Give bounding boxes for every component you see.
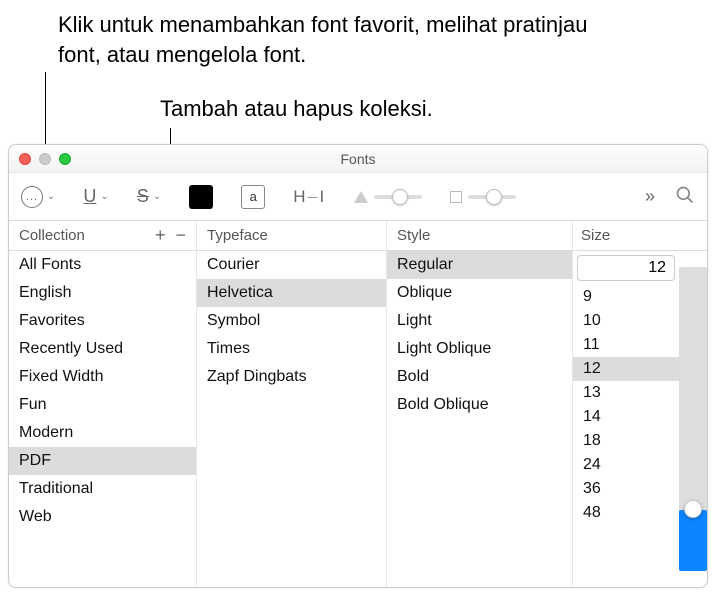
collection-item[interactable]: Traditional: [9, 475, 196, 503]
collection-header[interactable]: Collection + −: [9, 221, 197, 250]
ellipsis-icon: ...: [21, 186, 43, 208]
lists-area: All FontsEnglishFavoritesRecently UsedFi…: [9, 251, 707, 587]
chevron-down-icon: ⌄: [100, 191, 108, 202]
slider-track[interactable]: [679, 267, 707, 571]
color-swatch-icon: [189, 185, 213, 209]
more-actions-button[interactable]: ... ⌄: [21, 186, 55, 208]
minimize-button[interactable]: [39, 153, 51, 165]
add-collection-button[interactable]: +: [155, 225, 166, 246]
style-item[interactable]: Oblique: [387, 279, 572, 307]
chevron-down-icon: ⌄: [47, 191, 55, 202]
search-icon: [675, 185, 695, 205]
size-item[interactable]: 10: [573, 309, 679, 333]
character-spacing-button[interactable]: H—I: [293, 187, 326, 207]
collection-item[interactable]: Web: [9, 503, 196, 531]
collection-item[interactable]: Fun: [9, 391, 196, 419]
collection-item[interactable]: English: [9, 279, 196, 307]
typeface-list: CourierHelveticaSymbolTimesZapf Dingbats: [197, 251, 387, 587]
typeface-header[interactable]: Typeface: [197, 221, 387, 250]
size-header-label: Size: [581, 227, 610, 244]
style-item[interactable]: Bold: [387, 363, 572, 391]
style-item[interactable]: Light: [387, 307, 572, 335]
collection-item[interactable]: Favorites: [9, 307, 196, 335]
collection-item[interactable]: All Fonts: [9, 251, 196, 279]
maximize-button[interactable]: [59, 153, 71, 165]
window-title: Fonts: [9, 151, 707, 167]
size-list: 9101112131418243648: [573, 251, 679, 587]
style-item[interactable]: Bold Oblique: [387, 391, 572, 419]
collection-list: All FontsEnglishFavoritesRecently UsedFi…: [9, 251, 197, 587]
underline-icon: U: [83, 186, 96, 207]
collection-header-label: Collection: [19, 227, 85, 244]
style-header[interactable]: Style: [387, 221, 573, 250]
typeface-item[interactable]: Courier: [197, 251, 386, 279]
titlebar: Fonts: [9, 145, 707, 173]
style-header-label: Style: [397, 227, 430, 244]
chevron-down-icon: ⌄: [153, 191, 161, 202]
slider-track[interactable]: [468, 195, 516, 199]
style-list: RegularObliqueLightLight ObliqueBoldBold…: [387, 251, 573, 587]
size-item[interactable]: 11: [573, 333, 679, 357]
collection-item[interactable]: Modern: [9, 419, 196, 447]
size-item[interactable]: 24: [573, 453, 679, 477]
slider-thumb[interactable]: [684, 500, 702, 518]
columns-header: Collection + − Typeface Style Size: [9, 221, 707, 251]
overflow-button[interactable]: »: [645, 186, 651, 207]
shadow-blur-slider[interactable]: [450, 191, 516, 203]
typeface-item[interactable]: Symbol: [197, 307, 386, 335]
size-item[interactable]: 48: [573, 501, 679, 525]
annotation-more-menu: Klik untuk menambahkan font favorit, mel…: [58, 10, 618, 69]
opacity-icon: [354, 191, 368, 203]
style-item[interactable]: Light Oblique: [387, 335, 572, 363]
document-color-button[interactable]: a: [241, 185, 265, 209]
size-column: 9101112131418243648: [573, 251, 707, 587]
size-item[interactable]: 12: [573, 357, 679, 381]
style-item[interactable]: Regular: [387, 251, 572, 279]
size-item[interactable]: 13: [573, 381, 679, 405]
typeface-header-label: Typeface: [207, 227, 268, 244]
fonts-window: Fonts ... ⌄ U ⌄ S ⌄ a H—I: [8, 144, 708, 588]
spacing-icon: H—I: [293, 187, 326, 207]
collection-item[interactable]: Recently Used: [9, 335, 196, 363]
size-item[interactable]: 14: [573, 405, 679, 429]
search-button[interactable]: [675, 185, 695, 209]
typeface-item[interactable]: Times: [197, 335, 386, 363]
size-item[interactable]: 36: [573, 477, 679, 501]
strikethrough-button[interactable]: S ⌄: [137, 186, 161, 207]
toolbar: ... ⌄ U ⌄ S ⌄ a H—I »: [9, 173, 707, 221]
typeface-item[interactable]: Helvetica: [197, 279, 386, 307]
collection-item[interactable]: PDF: [9, 447, 196, 475]
strikethrough-icon: S: [137, 186, 149, 207]
underline-button[interactable]: U ⌄: [83, 186, 108, 207]
typeface-item[interactable]: Zapf Dingbats: [197, 363, 386, 391]
annotation-collection-buttons: Tambah atau hapus koleksi.: [160, 94, 610, 124]
remove-collection-button[interactable]: −: [175, 225, 186, 246]
document-icon: a: [241, 185, 265, 209]
size-item[interactable]: 18: [573, 429, 679, 453]
size-slider[interactable]: [679, 251, 707, 587]
close-button[interactable]: [19, 153, 31, 165]
size-input[interactable]: [577, 255, 675, 281]
blur-icon: [450, 191, 462, 203]
text-color-button[interactable]: [189, 185, 213, 209]
size-item[interactable]: 9: [573, 285, 679, 309]
slider-track[interactable]: [374, 195, 422, 199]
shadow-opacity-slider[interactable]: [354, 191, 422, 203]
collection-item[interactable]: Fixed Width: [9, 363, 196, 391]
size-header[interactable]: Size: [573, 221, 707, 250]
